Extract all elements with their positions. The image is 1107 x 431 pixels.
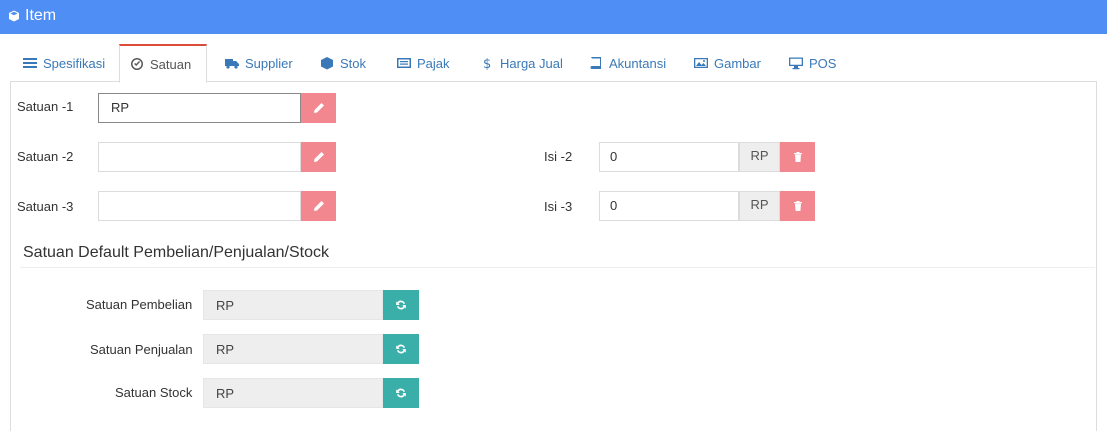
trash-icon	[793, 201, 802, 211]
list-icon	[23, 58, 37, 68]
tab-label: Stok	[340, 55, 367, 71]
svg-text:$: $	[483, 57, 491, 70]
satuan-3-input[interactable]	[98, 191, 301, 221]
isi-2-delete-button[interactable]	[780, 142, 815, 172]
tab-akuntansi[interactable]: Akuntansi	[579, 44, 676, 82]
satuan-3-label: Satuan -3	[17, 199, 74, 214]
satuan-pembelian-refresh-button[interactable]	[383, 290, 419, 320]
satuan-1-edit-button[interactable]	[301, 93, 336, 123]
tab-label: Gambar	[714, 55, 761, 71]
tab-bar: Spesifikasi Satuan Supplier Stok Pajak $…	[10, 44, 1097, 83]
satuan-penjualan-label: Satuan Penjualan	[90, 342, 193, 357]
tab-label: Supplier	[245, 55, 293, 71]
tab-pajak[interactable]: Pajak	[387, 44, 460, 82]
refresh-icon	[396, 344, 406, 354]
header-title-group: Item	[8, 7, 56, 25]
satuan-stock-field: RP	[203, 378, 383, 408]
tab-spesifikasi[interactable]: Spesifikasi	[13, 44, 115, 82]
satuan-penjualan-field: RP	[203, 334, 383, 364]
tab-label: POS	[809, 55, 837, 71]
refresh-icon	[396, 300, 406, 310]
image-icon	[694, 58, 708, 68]
satuan-2-label: Satuan -2	[17, 149, 74, 164]
tab-label: Akuntansi	[609, 55, 667, 71]
section-title: Satuan Default Pembelian/Penjualan/Stock	[23, 244, 329, 261]
satuan-stock-label: Satuan Stock	[115, 385, 193, 400]
isi-2-unit-addon: RP	[739, 142, 780, 172]
satuan-stock-refresh-button[interactable]	[383, 378, 419, 408]
satuan-2-input[interactable]	[98, 142, 301, 172]
list-alt-icon	[397, 58, 411, 68]
tab-pos[interactable]: POS	[779, 44, 846, 82]
tab-stok[interactable]: Stok	[310, 44, 376, 82]
satuan-1-input[interactable]: RP	[98, 93, 301, 123]
tab-harga-jual[interactable]: $ Harga Jual	[470, 44, 573, 82]
isi-3-unit-addon: RP	[739, 191, 780, 221]
isi-2-input[interactable]: 0	[599, 142, 739, 172]
monitor-icon	[789, 57, 803, 70]
tab-label: Harga Jual	[500, 55, 563, 71]
app-header: Item	[0, 0, 1107, 34]
pencil-icon	[313, 103, 324, 113]
isi-2-label: Isi -2	[544, 149, 573, 164]
pencil-icon	[313, 201, 324, 211]
tab-label: Spesifikasi	[43, 55, 106, 71]
satuan-1-label: Satuan -1	[17, 99, 74, 114]
tab-satuan[interactable]: Satuan	[119, 44, 207, 83]
refresh-icon	[396, 388, 406, 398]
truck-icon	[225, 59, 239, 69]
isi-3-input[interactable]: 0	[599, 191, 739, 221]
satuan-3-edit-button[interactable]	[301, 191, 336, 221]
page-title: Item	[25, 7, 57, 24]
isi-3-delete-button[interactable]	[780, 191, 815, 221]
tab-supplier[interactable]: Supplier	[215, 44, 303, 82]
tab-label: Satuan	[150, 56, 192, 72]
book-icon	[590, 57, 601, 69]
satuan-penjualan-refresh-button[interactable]	[383, 334, 419, 364]
satuan-pembelian-label: Satuan Pembelian	[86, 297, 193, 312]
cube-icon	[321, 57, 333, 70]
dollar-icon: $	[483, 57, 491, 70]
cube-icon	[9, 10, 19, 22]
tab-gambar[interactable]: Gambar	[684, 44, 771, 82]
trash-icon	[793, 152, 802, 162]
satuan-2-edit-button[interactable]	[301, 142, 336, 172]
satuan-pembelian-field: RP	[203, 290, 383, 320]
tab-label: Pajak	[417, 55, 450, 71]
isi-3-label: Isi -3	[544, 199, 573, 214]
section-divider	[20, 267, 1095, 268]
pencil-icon	[313, 152, 324, 162]
check-circle-icon	[130, 58, 143, 70]
